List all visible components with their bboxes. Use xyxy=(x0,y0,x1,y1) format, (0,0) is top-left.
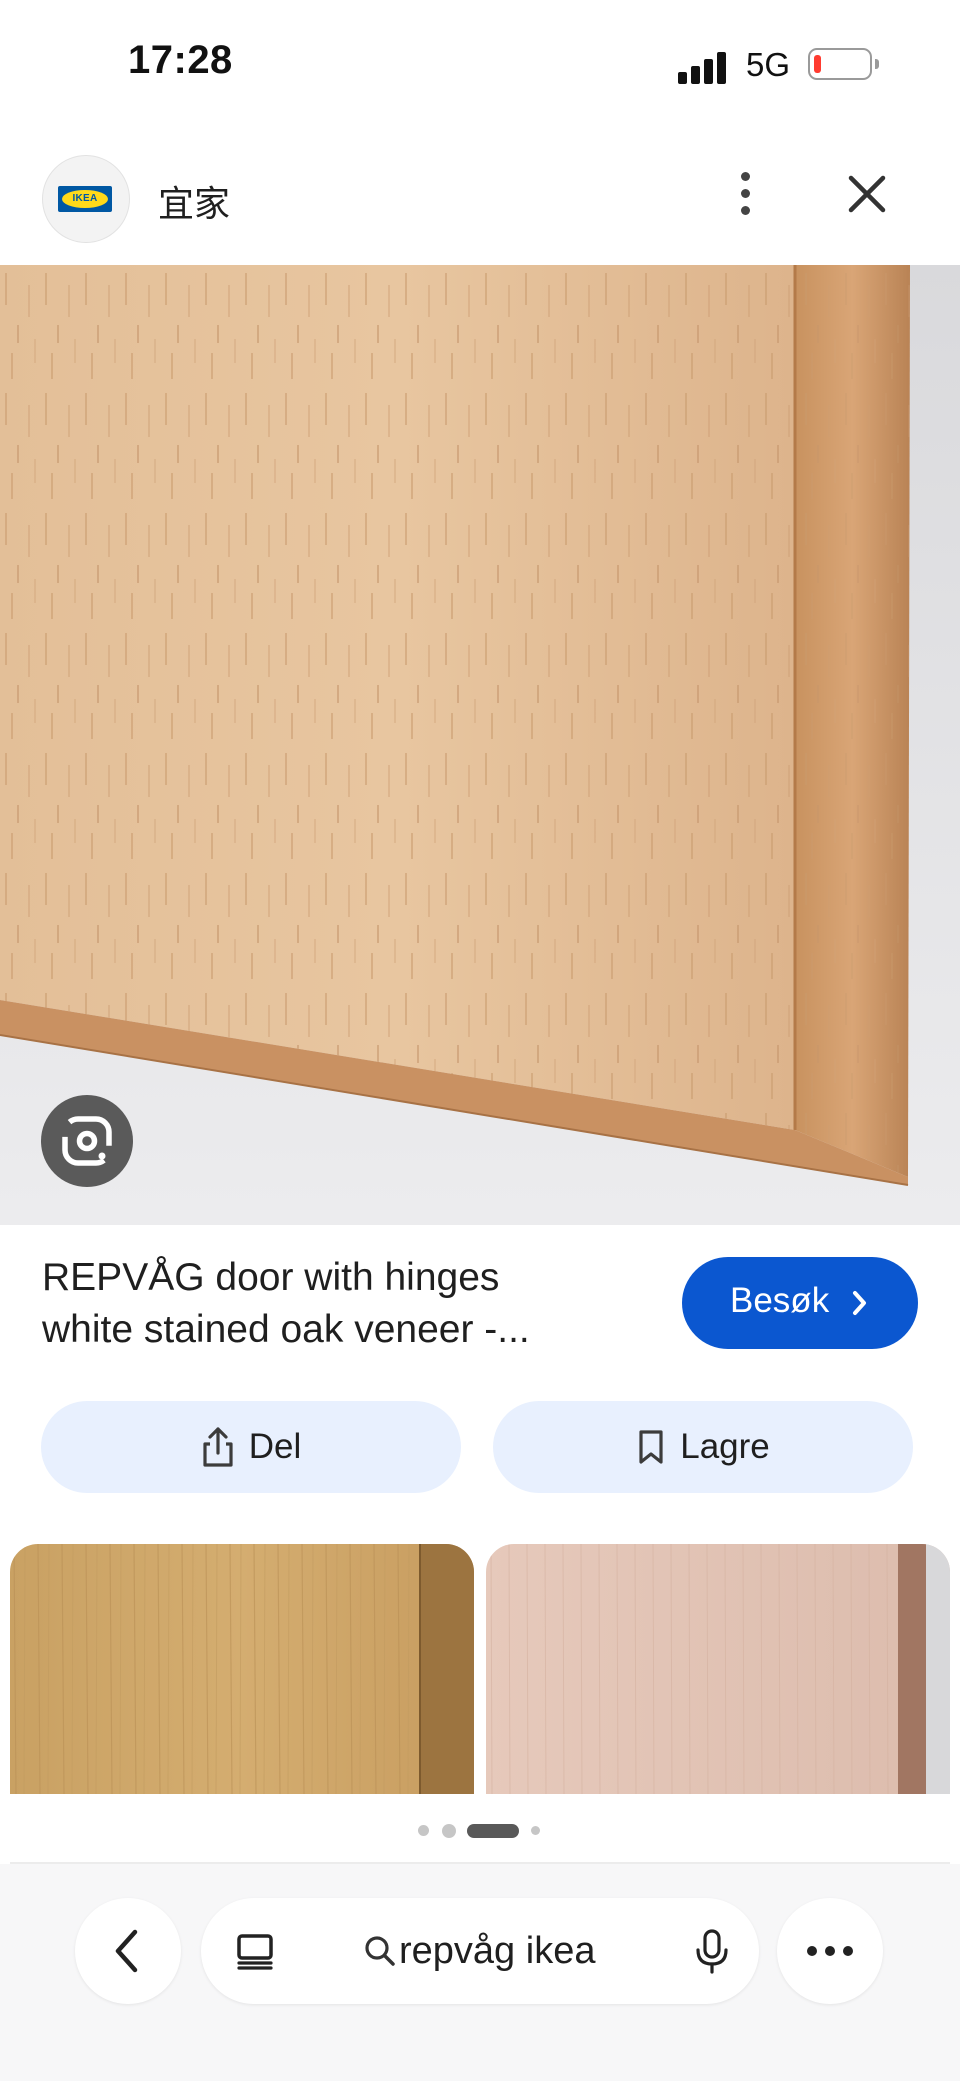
visit-label: Besøk xyxy=(730,1281,830,1320)
google-lens-button[interactable] xyxy=(41,1095,133,1187)
status-time: 17:28 xyxy=(128,38,233,82)
share-button[interactable]: Del xyxy=(41,1401,461,1493)
pager-dot-1[interactable] xyxy=(418,1825,429,1836)
result-header: IKEA 宜家 xyxy=(0,150,960,265)
chevron-left-icon xyxy=(115,1929,138,1973)
bottom-toolbar: repvåg ikea xyxy=(0,1864,960,2081)
search-icon xyxy=(365,1936,395,1966)
share-label: Del xyxy=(248,1427,302,1466)
signal-icon xyxy=(678,50,730,84)
mic-icon[interactable] xyxy=(694,1928,730,1976)
title-line-1: REPVÅG door with hinges xyxy=(42,1256,500,1299)
close-icon[interactable] xyxy=(845,172,889,216)
pink-door-thumbnail xyxy=(486,1544,950,1794)
oak-door-thumbnail xyxy=(10,1544,474,1794)
back-button[interactable] xyxy=(75,1898,181,2004)
ikea-logo: IKEA xyxy=(58,186,112,212)
pager-dot-2[interactable] xyxy=(442,1824,456,1838)
visit-button[interactable]: Besøk xyxy=(682,1257,918,1349)
ikea-logo-text: IKEA xyxy=(62,190,108,208)
site-name[interactable]: 宜家 xyxy=(158,175,230,227)
more-vert-icon[interactable] xyxy=(730,172,760,222)
related-image-1[interactable] xyxy=(10,1544,474,1794)
wood-door-image xyxy=(0,265,960,1225)
status-indicators: 5G xyxy=(678,44,879,84)
image-pager xyxy=(0,1820,960,1840)
more-horiz-button[interactable] xyxy=(777,1898,883,2004)
share-icon xyxy=(203,1427,233,1467)
pager-dot-active[interactable] xyxy=(467,1824,519,1838)
chevron-right-icon xyxy=(853,1291,866,1315)
tabs-icon[interactable] xyxy=(235,1934,275,1970)
save-button[interactable]: Lagre xyxy=(493,1401,913,1493)
pager-dot-4[interactable] xyxy=(531,1826,540,1835)
result-title[interactable]: REPVÅG door with hinges white stained oa… xyxy=(42,1252,642,1356)
battery-icon xyxy=(808,48,879,80)
save-label: Lagre xyxy=(680,1427,770,1466)
search-bar[interactable]: repvåg ikea xyxy=(201,1898,759,2004)
search-query[interactable]: repvåg ikea xyxy=(399,1930,595,1973)
title-line-2: white stained oak veneer -... xyxy=(42,1308,530,1351)
site-logo[interactable]: IKEA xyxy=(42,155,130,243)
related-image-2[interactable] xyxy=(486,1544,950,1794)
main-product-image[interactable] xyxy=(0,265,960,1225)
more-horiz-icon xyxy=(807,1946,853,1956)
google-lens-icon xyxy=(62,1116,112,1166)
network-type: 5G xyxy=(746,46,791,83)
bookmark-icon xyxy=(639,1430,663,1464)
